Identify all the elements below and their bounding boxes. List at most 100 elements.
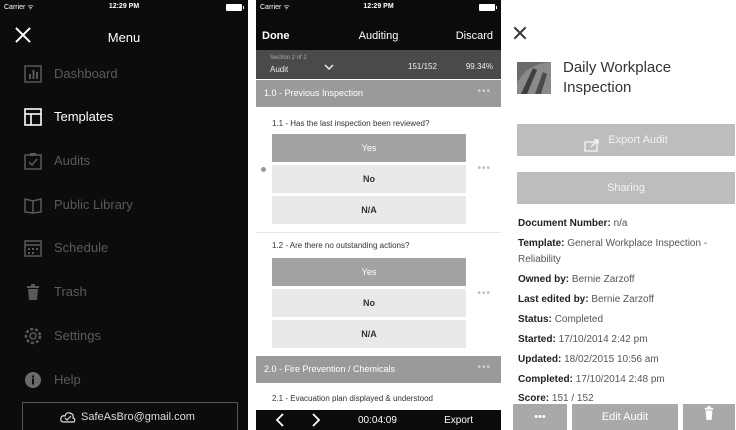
menu-item-dashboard[interactable]: Dashboard xyxy=(0,54,248,94)
info-updated: Updated: 18/02/2015 10:56 am xyxy=(518,352,734,368)
info-label: Completed: xyxy=(518,374,573,385)
audit-details-screen: Daily Workplace Inspection Export Audit … xyxy=(505,0,736,430)
auditing-screen: Carrier ᯤ 12:29 PM Done Auditing Discard… xyxy=(256,0,501,430)
menu-item-label: Audits xyxy=(54,153,91,168)
cloud-check-icon xyxy=(60,410,76,424)
chevron-down-icon[interactable] xyxy=(324,59,334,71)
response-na-button[interactable]: N/A xyxy=(272,320,466,348)
trash-icon xyxy=(24,283,42,301)
menu-item-templates[interactable]: Templates xyxy=(0,97,248,137)
menu-title: Menu xyxy=(107,30,141,45)
export-audit-button[interactable]: Export Audit xyxy=(517,124,735,156)
info-started: Started: 17/10/2014 2:42 pm xyxy=(518,332,734,348)
menu-item-label: Trash xyxy=(54,284,87,299)
help-icon xyxy=(24,371,42,389)
info-label: Status: xyxy=(518,314,552,325)
more-options-icon[interactable]: ••• xyxy=(477,362,491,373)
info-value: n/a xyxy=(613,218,628,229)
info-owned-by: Owned by: Bernie Zarzoff xyxy=(518,272,734,288)
audit-top-bar: Carrier ᯤ 12:29 PM Done Auditing Discard xyxy=(256,0,501,50)
chevron-left-icon[interactable] xyxy=(274,413,286,427)
menu-item-settings[interactable]: Settings xyxy=(0,316,248,356)
menu-item-audits[interactable]: Audits xyxy=(0,141,248,181)
question-divider xyxy=(256,232,501,233)
dashboard-icon xyxy=(24,65,42,83)
discard-button[interactable]: Discard xyxy=(456,30,493,42)
chevron-right-icon[interactable] xyxy=(310,413,322,427)
menu-item-label: Schedule xyxy=(54,240,109,255)
info-value: Bernie Zarzoff xyxy=(571,274,635,285)
templates-icon xyxy=(24,108,42,126)
question-indicator-dot xyxy=(261,167,266,172)
info-template: Template: General Workplace Inspection -… xyxy=(518,236,734,268)
public-library-icon xyxy=(24,196,42,214)
question-text: 2.1 - Evacuation plan displayed & unders… xyxy=(272,394,433,403)
response-no-button[interactable]: No xyxy=(272,165,466,193)
status-time: 12:29 PM xyxy=(108,3,140,10)
category-title: 2.0 - Fire Prevention / Chemicals xyxy=(264,364,396,374)
info-document-number: Document Number: n/a xyxy=(518,216,734,232)
menu-item-label: Public Library xyxy=(54,197,133,212)
close-icon[interactable] xyxy=(513,26,527,40)
section-position: Section 2 of 2 xyxy=(270,55,307,61)
settings-icon xyxy=(24,327,42,345)
account-email-bar[interactable]: SafeAsBro@gmail.com xyxy=(22,402,238,430)
more-options-icon[interactable]: ••• xyxy=(477,163,491,174)
info-label: Started: xyxy=(518,334,556,345)
info-label: Template: xyxy=(518,238,565,249)
sharing-button[interactable]: Sharing xyxy=(517,172,735,204)
info-label: Score: xyxy=(518,393,550,404)
edit-audit-button[interactable]: Edit Audit xyxy=(572,404,678,430)
response-yes-button[interactable]: Yes xyxy=(272,134,466,162)
menu-item-help[interactable]: Help xyxy=(0,360,248,400)
info-last-edited-by: Last edited by: Bernie Zarzoff xyxy=(518,292,734,308)
menu-item-schedule[interactable]: Schedule xyxy=(0,228,248,268)
menu-item-label: Templates xyxy=(54,109,114,124)
info-value: Bernie Zarzoff xyxy=(591,294,654,305)
menu-header: Menu xyxy=(0,16,248,54)
info-label: Last edited by: xyxy=(518,294,589,305)
status-bar: Carrier ᯤ 12:29 PM xyxy=(0,0,248,16)
info-label: Owned by: xyxy=(518,274,570,285)
schedule-icon xyxy=(24,239,42,257)
category-header[interactable]: 1.0 - Previous Inspection ••• xyxy=(256,80,501,107)
export-icon xyxy=(584,133,600,152)
info-label: Updated: xyxy=(518,354,562,365)
export-audit-label: Export Audit xyxy=(608,134,668,146)
more-button[interactable]: ••• xyxy=(513,404,567,430)
status-time: 12:29 PM xyxy=(363,3,394,10)
more-options-icon[interactable]: ••• xyxy=(477,288,491,299)
details-bottom-bar: ••• Edit Audit xyxy=(505,404,736,430)
section-name: Audit xyxy=(270,65,289,74)
response-na-button[interactable]: N/A xyxy=(272,196,466,224)
menu-item-label: Help xyxy=(54,372,81,387)
info-value: 17/10/2014 2:48 pm xyxy=(575,374,665,385)
menu-item-trash[interactable]: Trash xyxy=(0,272,248,312)
info-status: Status: Completed xyxy=(518,312,734,328)
section-selector[interactable]: Section 2 of 2 Audit 151/152 99.34% xyxy=(256,50,501,79)
category-header[interactable]: 2.0 - Fire Prevention / Chemicals ••• xyxy=(256,356,501,383)
response-no-button[interactable]: No xyxy=(272,289,466,317)
info-value: 151 / 152 xyxy=(551,393,594,404)
info-value: 17/10/2014 2:42 pm xyxy=(558,334,648,345)
audits-icon xyxy=(24,152,42,170)
progress-count: 151/152 xyxy=(408,62,437,71)
info-value: Completed xyxy=(554,314,604,325)
progress-percent: 99.34% xyxy=(465,62,493,71)
response-yes-button[interactable]: Yes xyxy=(272,258,466,286)
question-text: 1.1 - Has the last inspection been revie… xyxy=(272,119,430,128)
info-value: 18/02/2015 10:56 am xyxy=(564,354,659,365)
menu-item-public-library[interactable]: Public Library xyxy=(0,185,248,225)
account-email: SafeAsBro@gmail.com xyxy=(81,411,195,423)
menu-screen: Carrier ᯤ 12:29 PM Menu Dashboard Templa… xyxy=(0,0,248,430)
menu-item-label: Settings xyxy=(54,328,101,343)
category-title: 1.0 - Previous Inspection xyxy=(264,88,364,98)
export-button[interactable]: Export xyxy=(444,415,473,426)
audit-bottom-bar: 00:04:09 Export xyxy=(256,410,501,430)
audit-timer: 00:04:09 xyxy=(358,415,397,426)
trash-icon xyxy=(703,404,715,430)
info-label: Document Number: xyxy=(518,218,611,229)
delete-button[interactable] xyxy=(683,404,735,430)
more-options-icon[interactable]: ••• xyxy=(477,86,491,97)
status-bar: Carrier ᯤ 12:29 PM xyxy=(256,0,501,16)
